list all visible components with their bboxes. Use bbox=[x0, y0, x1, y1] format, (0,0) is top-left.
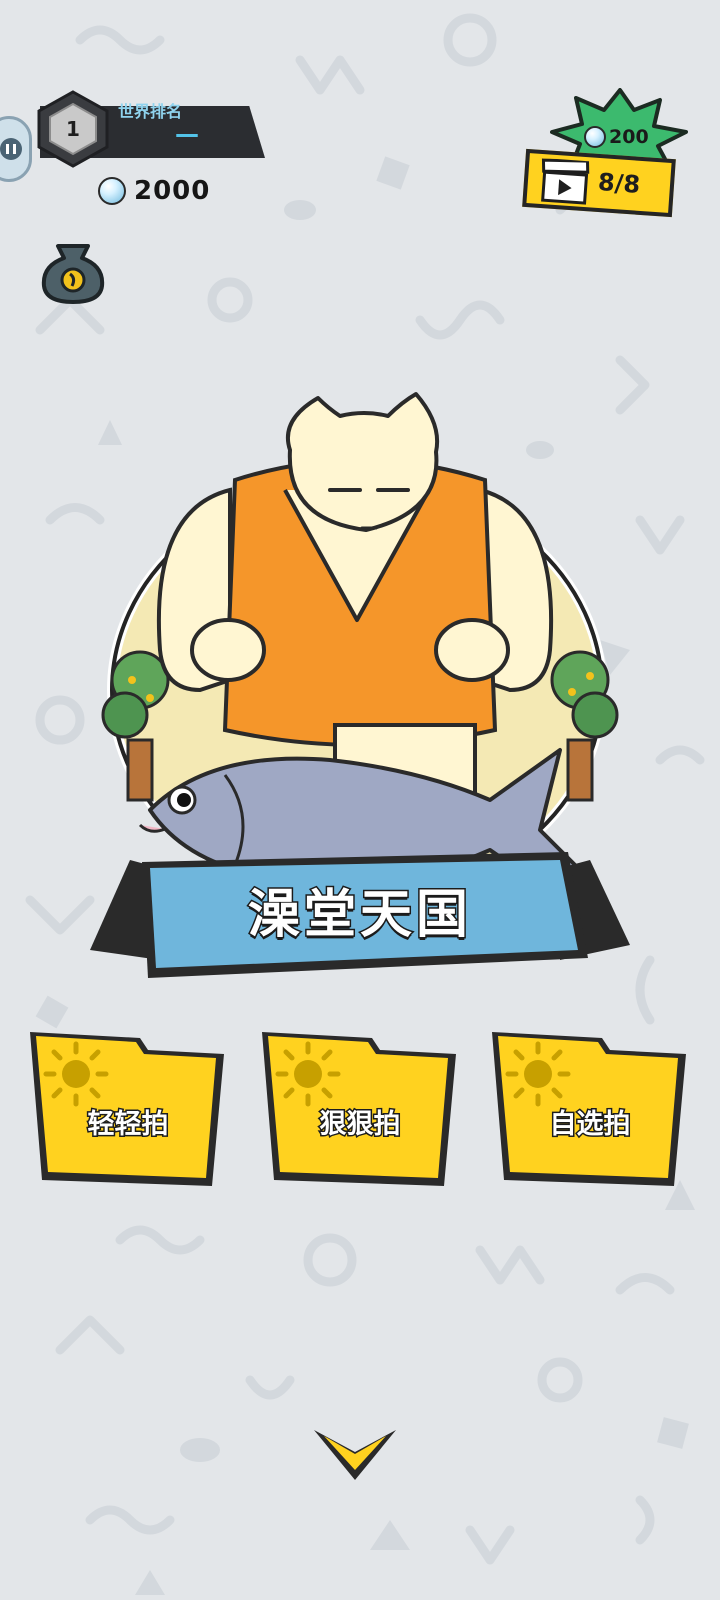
reward-amount: 200 bbox=[584, 126, 649, 148]
mode-button-gentle[interactable]: 轻轻拍 bbox=[28, 1030, 228, 1190]
rank-badge-number: 1 bbox=[66, 117, 80, 141]
cat-character-art bbox=[101, 392, 619, 905]
video-reward-widget[interactable]: 200 8/8 bbox=[520, 88, 690, 228]
watch-video-button[interactable]: 8/8 bbox=[522, 148, 676, 218]
stage-illustration bbox=[0, 380, 720, 905]
chevron-down-icon[interactable] bbox=[312, 1424, 398, 1484]
pearl-count: 2000 bbox=[134, 176, 211, 206]
mode-label-hard: 狠狠拍 bbox=[318, 1108, 402, 1142]
world-rank-panel[interactable]: 世界排名 — 1 bbox=[30, 90, 270, 180]
reward-pearl-count: 200 bbox=[609, 126, 649, 148]
mode-label-custom: 自选拍 bbox=[548, 1108, 632, 1142]
rank-label: 世界排名 bbox=[118, 102, 183, 121]
money-pouch-icon[interactable] bbox=[40, 238, 106, 306]
stage-title-banner: 澡堂天国 bbox=[90, 840, 630, 990]
stage-title: 澡堂天国 bbox=[246, 884, 472, 947]
pearl-icon bbox=[584, 126, 606, 148]
pearl-balance: 2000 bbox=[98, 176, 210, 206]
mode-button-custom[interactable]: 自选拍 bbox=[490, 1030, 690, 1190]
rank-value: — bbox=[175, 120, 199, 148]
mode-button-hard[interactable]: 狠狠拍 bbox=[260, 1030, 460, 1190]
video-remaining-count: 8/8 bbox=[597, 167, 642, 199]
mode-label-gentle: 轻轻拍 bbox=[86, 1108, 170, 1142]
video-clapper-icon bbox=[541, 158, 590, 205]
pause-icon bbox=[0, 138, 22, 160]
pause-button[interactable] bbox=[0, 116, 32, 182]
pearl-icon bbox=[98, 177, 126, 205]
